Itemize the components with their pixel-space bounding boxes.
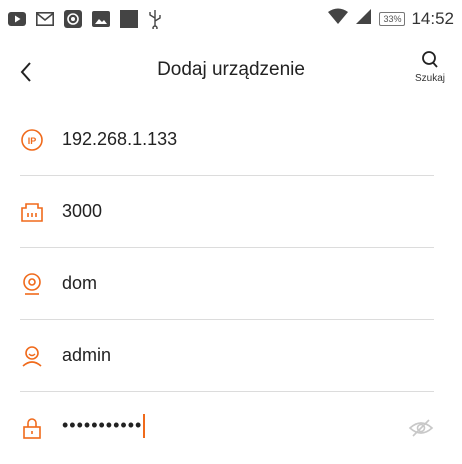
ip-address-field[interactable]: IP 192.268.1.133 [20,104,434,176]
status-bar: 33% 14:52 [0,0,462,38]
user-icon [20,344,44,368]
battery-icon: 33% [379,11,406,26]
app-icon [64,10,82,33]
device-name-field[interactable]: dom [20,248,434,320]
ip-icon: IP [20,128,44,152]
notification-icons [8,9,162,34]
page-title: Dodaj urządzenie [157,59,305,80]
svg-text:IP: IP [28,136,37,146]
usb-icon [148,9,162,34]
username-field[interactable]: admin [20,320,434,392]
eye-off-icon [408,419,434,437]
text-cursor [143,414,146,438]
password-field[interactable]: ••••••••••• [20,392,434,464]
wifi-icon [327,8,349,29]
system-tray: 33% 14:52 [327,8,454,29]
password-value[interactable]: ••••••••••• [62,414,146,438]
gmail-icon [36,12,54,31]
password-mask: ••••••••••• [62,414,143,435]
status-time: 14:52 [411,8,454,28]
device-name-value[interactable]: dom [62,273,97,294]
signal-icon [355,8,373,29]
camera-icon [20,272,44,296]
ip-address-value[interactable]: 192.268.1.133 [62,129,177,150]
port-field[interactable]: 3000 [20,176,434,248]
search-label: Szukaj [414,73,445,84]
lock-icon [20,416,44,440]
image-icon [92,11,110,32]
port-value[interactable]: 3000 [62,201,102,222]
youtube-icon [8,12,26,31]
search-button[interactable]: Szukaj [408,50,452,84]
square-icon [120,10,138,33]
app-header: Dodaj urządzenie Szukaj [0,38,462,106]
search-icon [422,51,438,68]
port-icon [20,200,44,224]
username-value[interactable]: admin [62,345,111,366]
show-password-button[interactable] [408,416,434,440]
